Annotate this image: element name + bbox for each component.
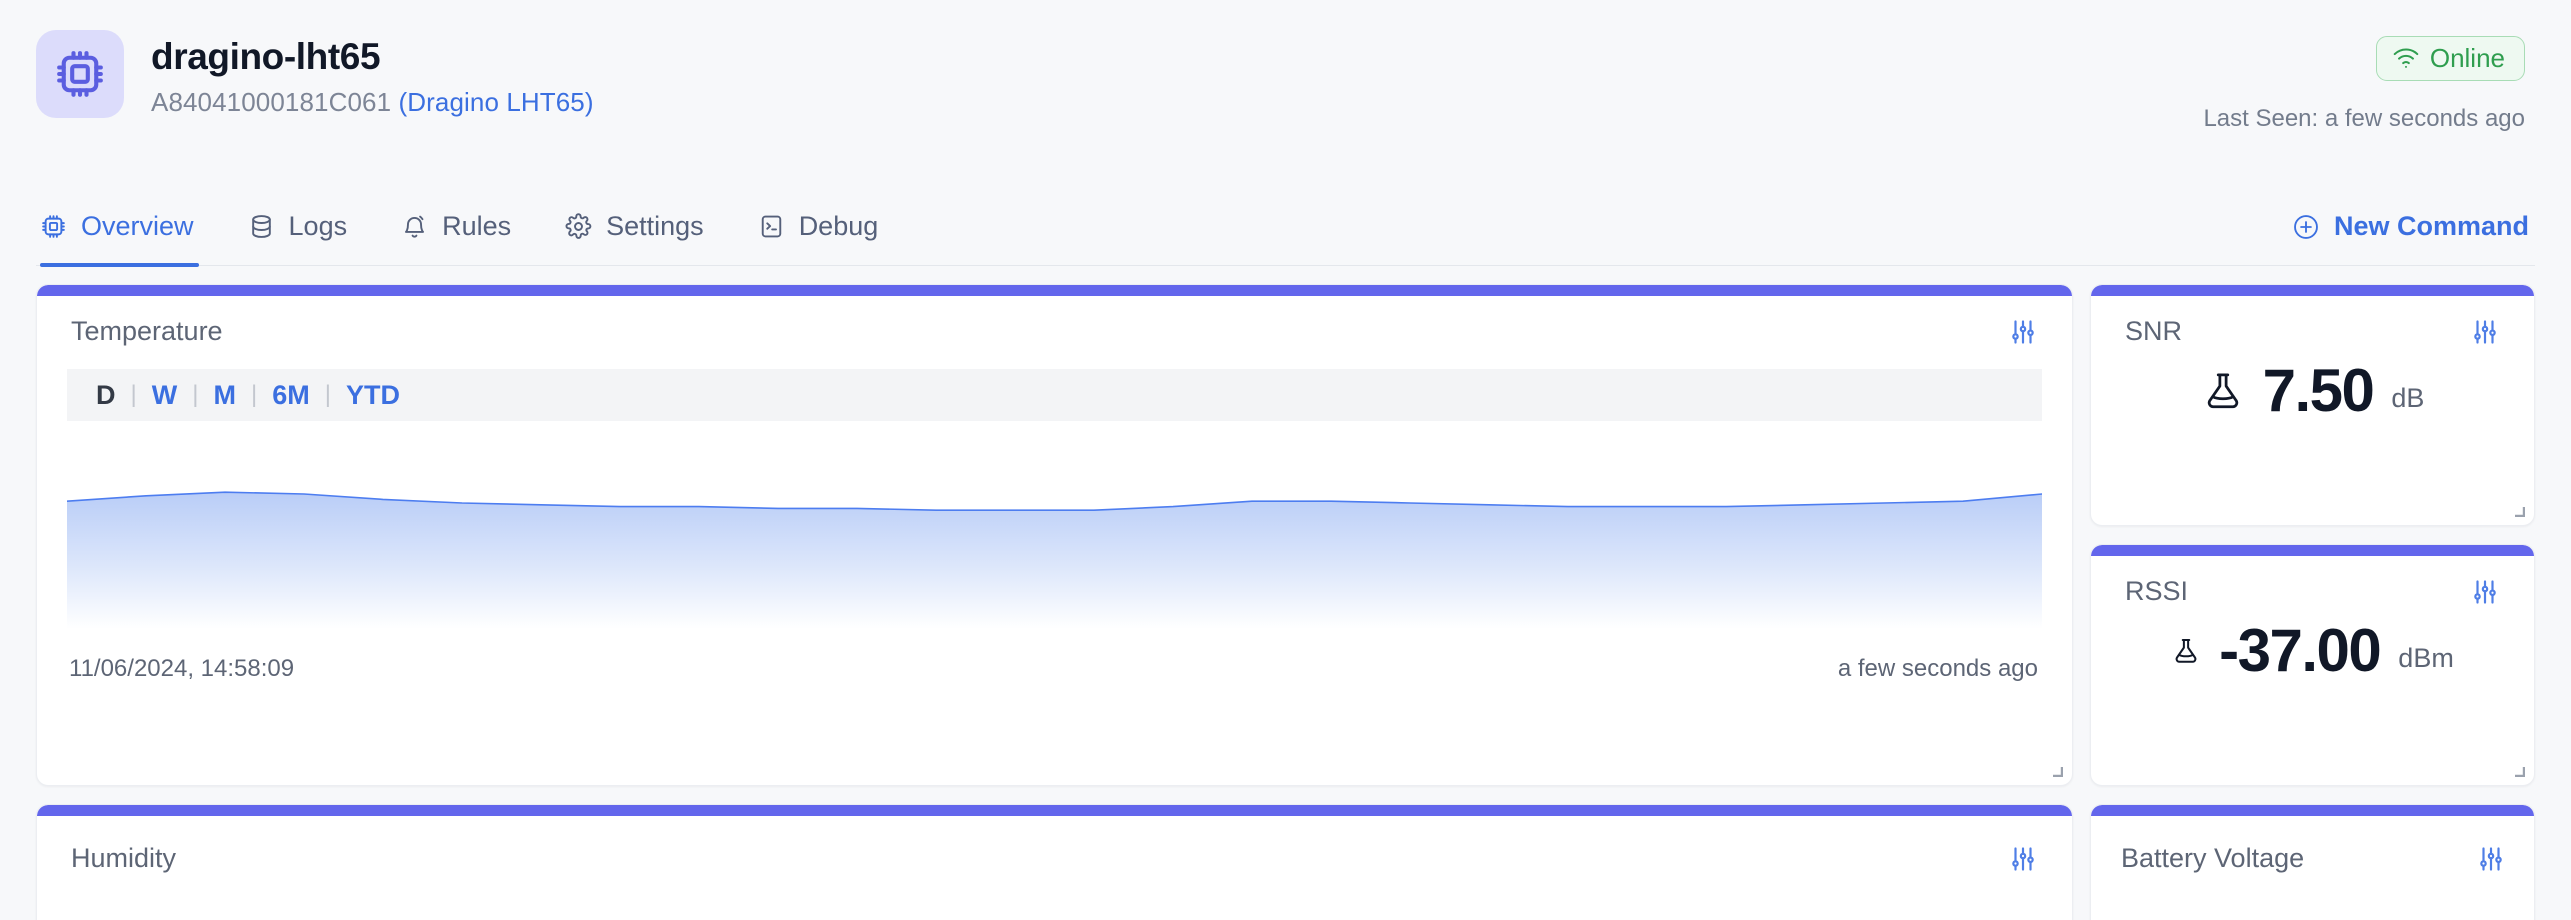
card-title: Temperature [71,316,223,346]
stat-value-row: -37.00 dBm [2091,607,2534,681]
cpu-chip-icon [40,213,67,240]
tab-label: Rules [442,211,512,241]
stat-unit: dBm [2398,643,2454,673]
sliders-icon[interactable] [2470,577,2500,607]
tab-settings[interactable]: Settings [538,188,731,266]
resize-handle[interactable] [2511,503,2527,519]
card-header: Battery Voltage [2091,805,2534,874]
card-header: RSSI [2091,545,2534,607]
cpu-chip-icon [54,48,106,100]
status-badge: Online [2375,36,2525,81]
card-temperature: Temperature D | W | M | 6M | YTD 11/06/2… [36,284,2073,786]
range-option-w[interactable]: W [143,380,186,411]
temperature-area-chart[interactable] [67,449,2042,629]
tab-label: Settings [606,211,704,241]
card-rssi: RSSI -37.00 dBm [2090,544,2535,786]
range-separator: | [192,381,199,408]
chart-svg [67,449,2042,629]
tab-label: Logs [288,211,348,241]
resize-handle[interactable] [2511,763,2527,779]
device-model-link[interactable]: (Dragino LHT65) [399,87,594,117]
sliders-icon[interactable] [2008,844,2038,874]
range-separator: | [324,381,331,408]
device-eui: A84041000181C061 [151,87,392,118]
last-seen-text: Last Seen: a few seconds ago [2203,105,2525,132]
device-header: dragino-lht65 A84041000181C061 (Dragino … [0,0,2571,188]
stat-unit: dB [2391,383,2425,413]
bell-icon [401,213,428,240]
card-title: SNR [2125,316,2183,346]
card-header: Humidity [37,805,2072,874]
sliders-icon[interactable] [2470,317,2500,347]
status-badge-label: Online [2429,43,2505,73]
card-title: Battery Voltage [2121,843,2305,873]
sliders-icon[interactable] [2476,844,2506,874]
card-snr: SNR 7.50 dB [2090,284,2535,526]
sliders-icon[interactable] [2008,317,2038,347]
card-battery-voltage: Battery Voltage [2090,804,2535,920]
card-header: SNR [2091,285,2534,347]
database-icon [248,213,275,240]
card-title: Humidity [71,843,177,873]
tab-label: Overview [81,211,194,241]
time-range-selector: D | W | M | 6M | YTD [67,369,2042,421]
card-humidity: Humidity [36,804,2073,920]
stat-value: 7.50 [2262,357,2375,424]
chart-end-timestamp: a few seconds ago [1837,655,2038,682]
new-command-button[interactable]: New Command [2292,211,2535,242]
chart-start-timestamp: 11/06/2024, 14:58:09 [69,655,295,682]
tab-logs[interactable]: Logs [221,188,375,266]
device-avatar-tile [36,30,124,118]
stat-value-row: 7.50 dB [2091,347,2534,421]
range-option-6m[interactable]: 6M [263,380,319,411]
range-option-d[interactable]: D [87,380,125,411]
gear-icon [565,213,592,240]
range-option-m[interactable]: M [204,380,245,411]
flask-icon [2201,369,2245,413]
tab-list: Overview Logs Rules Settings Debug [36,188,906,267]
range-separator: | [130,381,137,408]
device-text-block: dragino-lht65 A84041000181C061 (Dragino … [151,30,594,118]
header-right-block: Online Last Seen: a few seconds ago [2203,30,2525,133]
card-header: Temperature [37,285,2072,347]
flask-icon [2171,636,2201,666]
device-subtitle: A84041000181C061 (Dragino LHT65) [151,87,594,118]
wifi-icon [2393,47,2419,69]
tab-bar: Overview Logs Rules Settings Debug New C… [36,188,2535,267]
device-identity: dragino-lht65 A84041000181C061 (Dragino … [36,30,594,118]
tab-overview[interactable]: Overview [36,188,221,267]
card-title: RSSI [2125,576,2189,606]
resize-handle[interactable] [2049,763,2065,779]
terminal-icon [758,213,785,240]
range-option-ytd[interactable]: YTD [337,380,409,411]
tab-rules[interactable]: Rules [374,188,538,266]
plus-circle-icon [2292,213,2320,241]
range-separator: | [250,381,258,408]
tab-debug[interactable]: Debug [731,188,906,266]
page-title: dragino-lht65 [151,36,381,77]
stat-cards-column: SNR 7.50 dB RSSI -37.00 dBm [2090,284,2535,786]
tab-label: Debug [798,211,879,241]
stat-value: -37.00 [2219,617,2382,684]
new-command-label: New Command [2333,211,2529,241]
dashboard-grid: Temperature D | W | M | 6M | YTD 11/06/2… [36,284,2535,920]
chart-footer: 11/06/2024, 14:58:09 a few seconds ago [37,629,2072,683]
